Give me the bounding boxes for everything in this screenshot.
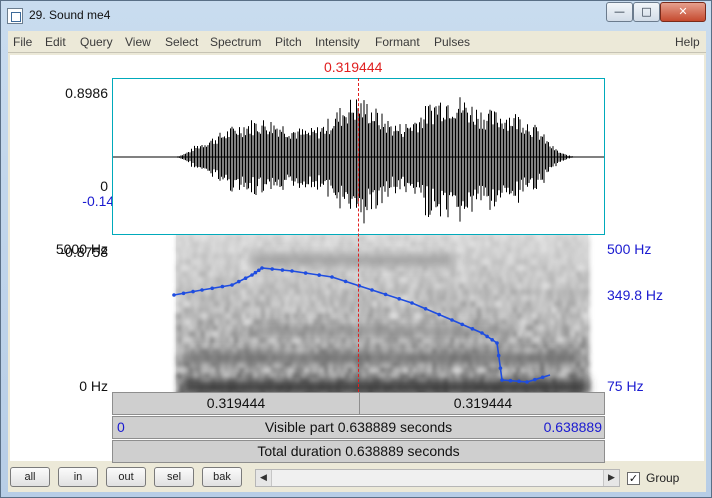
pitch-point (500, 378, 504, 382)
group-checkbox[interactable]: ✓ (627, 472, 640, 485)
pitch-point (317, 273, 321, 277)
pitch-point (343, 279, 348, 284)
pitch-point (397, 297, 402, 301)
pitch-point (517, 379, 521, 384)
selection-time-bar[interactable]: 0.319444 0.319444 (112, 392, 605, 415)
zoom-all-button[interactable]: all (10, 467, 50, 487)
pitch-point (253, 270, 258, 275)
pitch-point (533, 377, 537, 382)
pitch-bottom-label: 75 Hz (607, 378, 644, 394)
menu-edit[interactable]: Edit (45, 35, 66, 49)
menu-pitch[interactable]: Pitch (275, 35, 302, 49)
pitch-point (496, 353, 501, 358)
close-button[interactable]: ✕ (660, 2, 706, 22)
pitch-point (230, 283, 234, 287)
scroll-left-icon[interactable]: ◀ (256, 470, 272, 486)
menu-bar: File Edit Query View Select Spectrum Pit… (8, 31, 706, 53)
bottom-toolbar: all in out sel bak ◀ ▶ ✓ Group (8, 463, 706, 492)
menu-intensity[interactable]: Intensity (315, 35, 360, 49)
cursor-time-label: 0.319444 (324, 59, 383, 75)
pitch-point (540, 375, 545, 380)
pitch-point (370, 288, 374, 292)
visible-part-bar[interactable]: 0 Visible part 0.638889 seconds 0.638889 (112, 416, 605, 439)
visible-end-time: 0.638889 (543, 419, 602, 435)
pitch-point (210, 286, 214, 291)
total-duration-text: Total duration 0.638889 seconds (257, 443, 460, 459)
window-client: File Edit Query View Select Spectrum Pit… (8, 31, 706, 492)
amplitude-zero-label: 0 (100, 178, 108, 194)
pitch-point (270, 267, 274, 271)
pitch-point (525, 380, 529, 384)
group-checkbox-label: Group (646, 471, 680, 485)
scroll-right-icon[interactable]: ▶ (603, 470, 619, 486)
menu-formant[interactable]: Formant (375, 35, 420, 49)
zoom-back-button[interactable]: bak (202, 467, 242, 487)
zoom-in-button[interactable]: in (58, 467, 98, 487)
pitch-point (383, 292, 388, 297)
pitch-point (290, 269, 294, 273)
pitch-point (423, 306, 428, 311)
pitch-point (220, 284, 225, 289)
pitch-point (495, 341, 499, 345)
pitch-cursor-label: 349.8 Hz (607, 287, 664, 303)
pitch-point (508, 378, 513, 383)
pitch-point (437, 312, 442, 317)
time-scrollbar[interactable]: ◀ ▶ (255, 469, 620, 487)
menu-select[interactable]: Select (165, 35, 198, 49)
pitch-point (410, 301, 414, 305)
pitch-point (480, 331, 484, 335)
pitch-point (450, 318, 454, 322)
menu-spectrum[interactable]: Spectrum (210, 35, 261, 49)
pitch-point (303, 271, 308, 275)
pitch-point (330, 275, 334, 279)
sound-editor-canvas[interactable]: 0.319444 0.8986 0 -0.147 -0.8758 5000 Hz… (10, 55, 704, 463)
menu-file[interactable]: File (13, 35, 32, 49)
title-bar[interactable]: 29. Sound me4 — □ ✕ (1, 1, 711, 31)
menu-pulses[interactable]: Pulses (434, 35, 470, 49)
total-duration-bar[interactable]: Total duration 0.638889 seconds (112, 440, 605, 463)
pitch-point (498, 366, 503, 370)
pitch-point (260, 266, 264, 270)
window-title: 29. Sound me4 (29, 8, 111, 22)
pitch-point (181, 291, 186, 296)
frequency-bottom-label: 0 Hz (79, 378, 108, 394)
zoom-out-button[interactable]: out (106, 467, 146, 487)
pitch-point (250, 273, 254, 277)
menu-view[interactable]: View (125, 35, 151, 49)
amplitude-max-label: 0.8986 (65, 85, 108, 101)
pitch-point (200, 288, 204, 292)
menu-separator (8, 52, 706, 53)
pitch-point (191, 289, 195, 294)
pitch-point (280, 268, 285, 272)
pitch-point (243, 276, 248, 280)
pitch-point (485, 334, 489, 339)
pitch-top-label: 500 Hz (607, 241, 652, 257)
pitch-point (237, 279, 241, 284)
pitch-point (257, 268, 261, 273)
minimize-button[interactable]: — (606, 2, 633, 22)
pitch-point (460, 322, 465, 327)
frequency-top-label: 5000 Hz (55, 241, 108, 257)
left-part-duration: 0.319444 (206, 395, 266, 411)
pitch-point (172, 293, 176, 297)
pitch-point (470, 327, 475, 331)
cursor-line (358, 78, 359, 392)
menu-help[interactable]: Help (675, 35, 700, 49)
menu-query[interactable]: Query (80, 35, 113, 49)
maximize-button[interactable]: □ (633, 2, 660, 22)
pitch-point (490, 338, 495, 342)
visible-part-text: Visible part 0.638889 seconds (264, 419, 453, 435)
praat-sound-window: 29. Sound me4 — □ ✕ File Edit Query View… (0, 0, 712, 498)
window-icon (7, 8, 23, 24)
right-part-duration: 0.319444 (453, 395, 513, 411)
zoom-sel-button[interactable]: sel (154, 467, 194, 487)
